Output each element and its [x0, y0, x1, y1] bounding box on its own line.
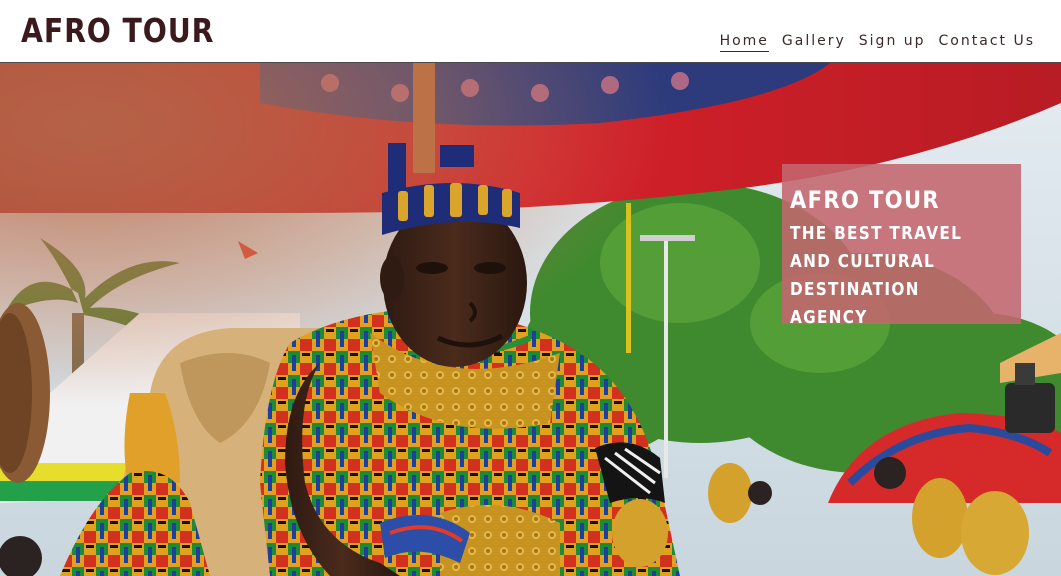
nav-link-home[interactable]: Home	[719, 31, 769, 52]
tagline-box: AFRO TOUR THE BEST TRAVEL AND CULTURAL D…	[782, 164, 1021, 328]
nav-link-gallery[interactable]: Gallery	[782, 31, 846, 52]
nav-link-sign-up[interactable]: Sign up	[859, 31, 926, 52]
site-header: AFRO TOUR Home Gallery Sign up Contact U…	[0, 0, 1061, 63]
page: AFRO TOUR Home Gallery Sign up Contact U…	[0, 0, 1061, 576]
tagline-subtitle: THE BEST TRAVEL AND CULTURAL DESTINATION…	[790, 223, 963, 328]
tagline-title: AFRO TOUR	[790, 186, 940, 214]
hero-section: AFRO TOUR THE BEST TRAVEL AND CULTURAL D…	[0, 63, 1061, 576]
nav-link-contact-us[interactable]: Contact Us	[939, 31, 1035, 52]
main-nav: Home Gallery Sign up Contact Us	[719, 31, 1035, 52]
site-logo[interactable]: AFRO TOUR	[21, 10, 214, 52]
